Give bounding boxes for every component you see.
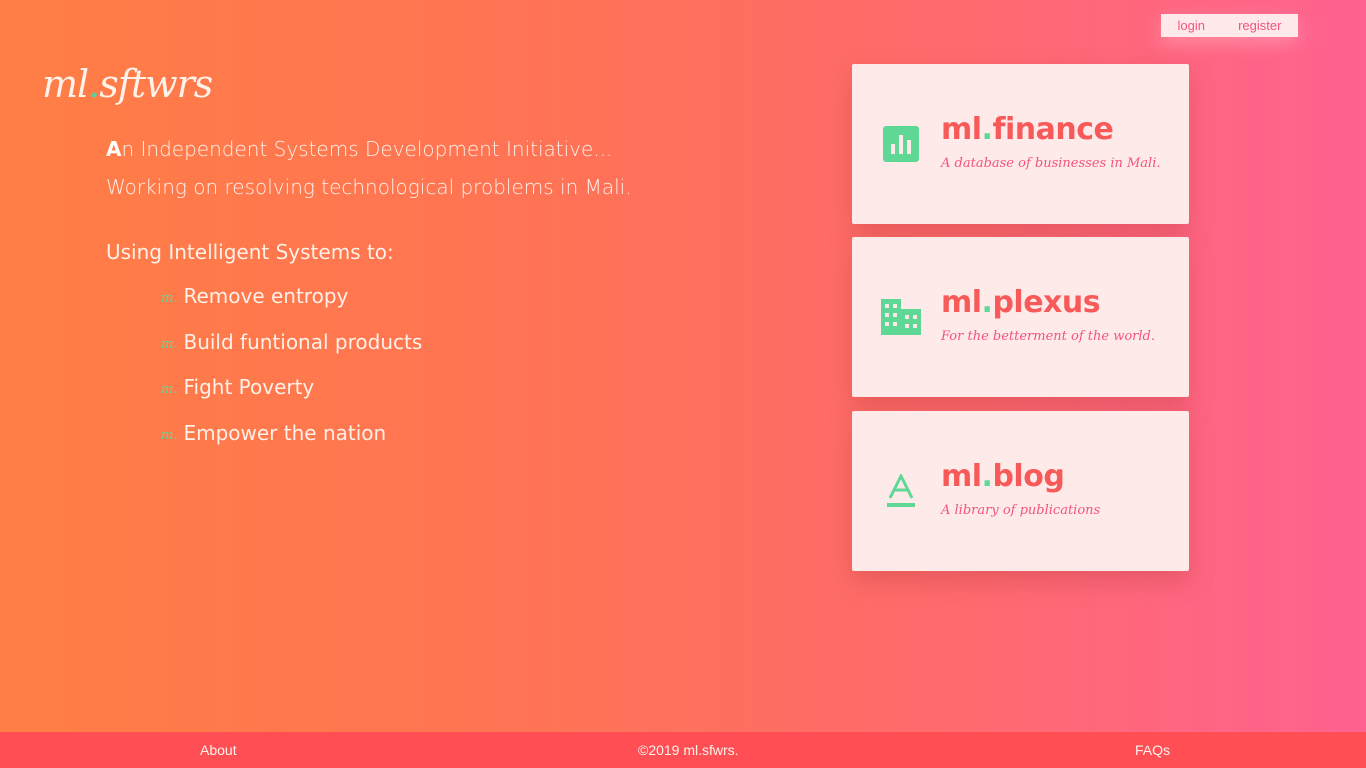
goals-list: m. Remove entropy m. Build funtional produ… bbox=[161, 284, 422, 466]
card-title-prefix: ml bbox=[941, 112, 982, 147]
card-subtitle: A database of businesses in Mali. bbox=[941, 156, 1161, 171]
card-subtitle: A library of publications bbox=[941, 503, 1101, 518]
card-title-prefix: ml bbox=[941, 285, 982, 320]
card-finance[interactable]: ml.finance A database of businesses in M… bbox=[852, 64, 1189, 224]
card-plexus[interactable]: ml.plexus For the betterment of the worl… bbox=[852, 237, 1189, 397]
goal-text: Fight Poverty bbox=[183, 375, 315, 399]
card-title-dot: . bbox=[981, 112, 993, 147]
goal-bullet: m. bbox=[161, 336, 178, 352]
card-title-dot: . bbox=[981, 285, 993, 320]
footer-copyright: ©2019 ml.sfwrs. bbox=[638, 742, 739, 758]
goal-bullet: m. bbox=[161, 427, 178, 443]
login-link[interactable]: login bbox=[1178, 18, 1205, 33]
goal-item: m. Empower the nation bbox=[161, 421, 422, 467]
card-blog[interactable]: ml.blog A library of publications bbox=[852, 411, 1189, 571]
intro-line-1-rest: n Independent Systems Development Initia… bbox=[121, 137, 613, 161]
card-title: ml.finance bbox=[941, 112, 1114, 147]
building-icon bbox=[881, 297, 921, 337]
footer: About ©2019 ml.sfwrs. FAQs bbox=[0, 732, 1366, 768]
card-title-dot: . bbox=[981, 459, 993, 494]
goal-item: m. Build funtional products bbox=[161, 330, 422, 376]
brand-left: ml bbox=[42, 62, 89, 106]
goal-item: m. Fight Poverty bbox=[161, 375, 422, 421]
footer-faqs-link[interactable]: FAQs bbox=[1135, 742, 1170, 758]
intro-dropcap: A bbox=[106, 137, 122, 161]
brand-logo[interactable]: ml.sftwrs bbox=[42, 62, 213, 106]
goal-bullet: m. bbox=[161, 382, 178, 397]
goal-bullet: m. bbox=[161, 291, 178, 306]
card-title-name: blog bbox=[992, 459, 1065, 494]
text-format-icon bbox=[881, 471, 921, 511]
intro-text: An Independent Systems Development Initi… bbox=[106, 130, 632, 206]
goal-text: Empower the nation bbox=[183, 420, 387, 445]
card-title: ml.plexus bbox=[941, 285, 1101, 320]
brand-right: sftwrs bbox=[99, 62, 213, 106]
card-title-name: plexus bbox=[992, 285, 1101, 320]
card-subtitle: For the betterment of the world. bbox=[941, 329, 1155, 344]
top-nav: login register bbox=[1161, 14, 1298, 37]
using-heading: Using Intelligent Systems to: bbox=[106, 240, 394, 264]
intro-line-2: Working on resolving technological probl… bbox=[106, 175, 632, 199]
brand-dot: . bbox=[88, 62, 100, 106]
goal-item: m. Remove entropy bbox=[161, 284, 422, 330]
goal-text: Remove entropy bbox=[183, 284, 349, 308]
intro-line-1: An Independent Systems Development Initi… bbox=[106, 130, 632, 168]
card-title-name: finance bbox=[992, 112, 1114, 147]
card-title: ml.blog bbox=[941, 459, 1065, 494]
footer-about-link[interactable]: About bbox=[200, 742, 237, 758]
bar-chart-icon bbox=[881, 124, 921, 164]
card-title-prefix: ml bbox=[941, 459, 982, 494]
goal-text: Build funtional products bbox=[183, 329, 423, 354]
register-link[interactable]: register bbox=[1238, 18, 1281, 33]
